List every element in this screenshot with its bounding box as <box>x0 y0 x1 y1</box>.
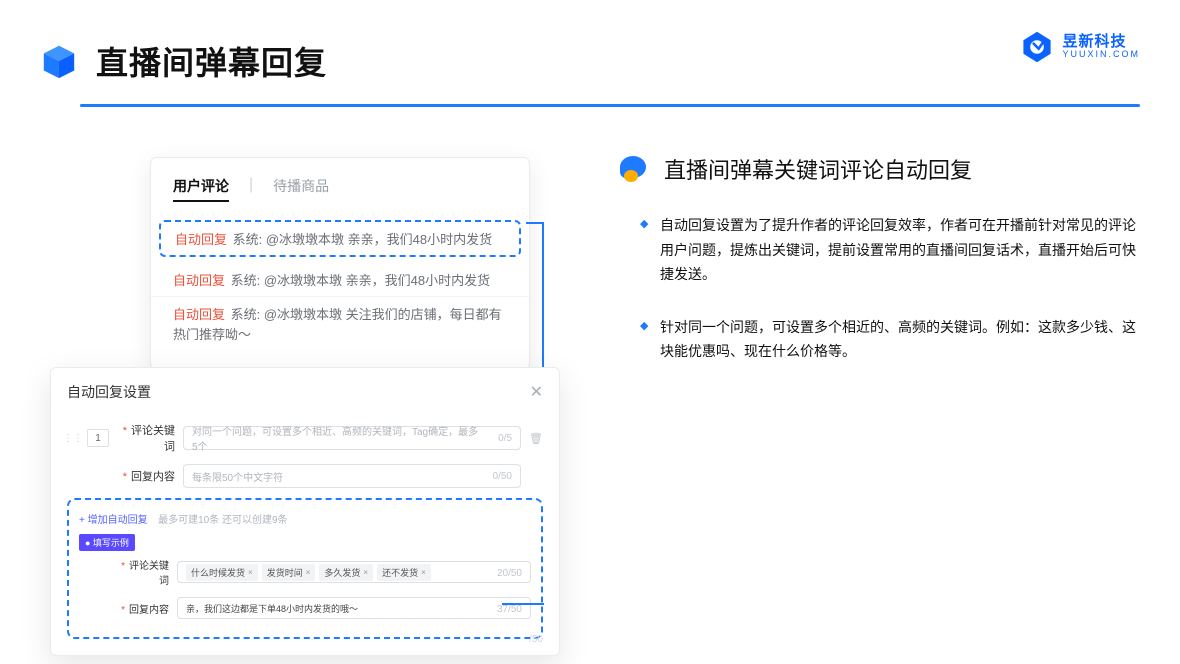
bullet-item: 自动回复设置为了提升作者的评论回复效率，作者可在开播前针对常见的评论用户问题，提… <box>640 213 1140 287</box>
auto-reply-label: 自动回复 <box>173 273 225 288</box>
keyword-field-row: ⋮⋮ 1 *评论关键词 对同一个问题，可设置多个相近、高频的关键词，Tag确定，… <box>67 422 543 454</box>
auto-reply-label: 自动回复 <box>173 307 225 322</box>
bullet-list: 自动回复设置为了提升作者的评论回复效率，作者可在开播前针对常见的评论用户问题，提… <box>620 213 1140 364</box>
tag-remove-icon[interactable]: × <box>363 568 368 577</box>
section-title: 直播间弹幕关键词评论自动回复 <box>664 153 972 185</box>
content-input[interactable]: 每条限50个中文字符 0/50 <box>183 464 521 488</box>
page-title: 直播间弹幕回复 <box>96 38 327 84</box>
order-number: 1 <box>87 429 109 447</box>
content-counter: 0/50 <box>493 465 512 489</box>
comments-tabs: 用户评论 | 待播商品 <box>151 176 529 214</box>
comment-text: 系统: @冰墩墩本墩 亲亲，我们48小时内发货 <box>233 232 493 247</box>
bullet-item: 针对同一个问题，可设置多个相近的、高频的关键词。例如：这款多少钱、这块能优惠吗、… <box>640 315 1140 364</box>
comment-row: 自动回复 系统: @冰墩墩本墩 亲亲，我们48小时内发货 <box>151 263 529 297</box>
chat-bubble-icon <box>620 156 650 182</box>
page-header: 直播间弹幕回复 昱新科技 YUUXIN.COM <box>0 0 1180 84</box>
keyword-counter: 0/5 <box>498 427 512 451</box>
brand-logo: 昱新科技 YUUXIN.COM <box>1020 30 1140 64</box>
content-label: *回复内容 <box>117 468 175 484</box>
example-keyword-row: *评论关键词 什么时候发货× 发货时间× 多久发货× 还不发货× 20/50 <box>79 557 531 587</box>
tag-chip[interactable]: 什么时候发货× <box>186 564 258 581</box>
description-column: 直播间弹幕关键词评论自动回复 自动回复设置为了提升作者的评论回复效率，作者可在开… <box>620 147 1140 392</box>
content-field-row: *回复内容 每条限50个中文字符 0/50 <box>67 464 543 488</box>
auto-reply-label: 自动回复 <box>175 232 227 247</box>
brand-name-en: YUUXIN.COM <box>1062 50 1140 60</box>
example-content-row: *回复内容 亲，我们这边都是下单48小时内发货的哦～ 37/50 <box>79 597 531 619</box>
example-content-label: *回复内容 <box>115 601 169 616</box>
example-keyword-counter: 20/50 <box>497 562 522 586</box>
add-auto-reply-link[interactable]: + 增加自动回复 <box>79 515 148 526</box>
add-hint: 最多可建10条 还可以创建9条 <box>158 515 287 526</box>
keyword-input[interactable]: 对同一个问题，可设置多个相近、高频的关键词，Tag确定，最多5个 0/5 <box>183 426 521 450</box>
tag-remove-icon[interactable]: × <box>306 568 311 577</box>
comments-card: 用户评论 | 待播商品 自动回复 系统: @冰墩墩本墩 亲亲，我们48小时内发货… <box>150 157 530 369</box>
example-keyword-label: *评论关键词 <box>115 557 169 587</box>
connector-line <box>502 603 544 605</box>
drag-handle-icon[interactable]: ⋮⋮ <box>67 433 79 444</box>
ghost-counter: /50 <box>529 634 543 645</box>
close-icon[interactable]: ✕ <box>530 382 543 402</box>
brand-name-cn: 昱新科技 <box>1062 34 1140 51</box>
trash-icon[interactable]: 🗑 <box>529 432 543 445</box>
tab-user-comments[interactable]: 用户评论 <box>173 176 229 202</box>
example-content-input[interactable]: 亲，我们这边都是下单48小时内发货的哦～ 37/50 <box>177 597 531 619</box>
tab-separator: | <box>249 176 253 202</box>
example-highlight: + 增加自动回复 最多可建10条 还可以创建9条 ● 填写示例 *评论关键词 什… <box>67 498 543 639</box>
connector-line <box>526 222 544 224</box>
tab-pending-products[interactable]: 待播商品 <box>273 176 329 202</box>
comment-row: 自动回复 系统: @冰墩墩本墩 关注我们的店铺，每日都有热门推荐呦～ <box>151 297 529 351</box>
tag-remove-icon[interactable]: × <box>248 568 253 577</box>
tag-remove-icon[interactable]: × <box>421 568 426 577</box>
example-content-counter: 37/50 <box>497 598 522 622</box>
settings-title: 自动回复设置 <box>67 382 151 402</box>
comment-row: 自动回复 系统: @冰墩墩本墩 亲亲，我们48小时内发货 <box>175 228 505 253</box>
example-badge: ● 填写示例 <box>79 534 135 551</box>
tag-chip[interactable]: 还不发货× <box>377 564 431 581</box>
tag-chip[interactable]: 发货时间× <box>262 564 316 581</box>
comment-text: 系统: @冰墩墩本墩 亲亲，我们48小时内发货 <box>231 273 491 288</box>
keyword-label: *评论关键词 <box>117 422 175 454</box>
tag-chip[interactable]: 多久发货× <box>319 564 373 581</box>
highlighted-comment: 自动回复 系统: @冰墩墩本墩 亲亲，我们48小时内发货 <box>159 220 521 257</box>
example-keyword-input[interactable]: 什么时候发货× 发货时间× 多久发货× 还不发货× 20/50 <box>177 561 531 583</box>
brand-icon <box>1020 30 1054 64</box>
mockup-area: 用户评论 | 待播商品 自动回复 系统: @冰墩墩本墩 亲亲，我们48小时内发货… <box>50 147 560 392</box>
cube-icon <box>40 42 78 80</box>
auto-reply-settings-modal: 自动回复设置 ✕ ⋮⋮ 1 *评论关键词 对同一个问题，可设置多个相近、高频的关… <box>50 367 560 656</box>
